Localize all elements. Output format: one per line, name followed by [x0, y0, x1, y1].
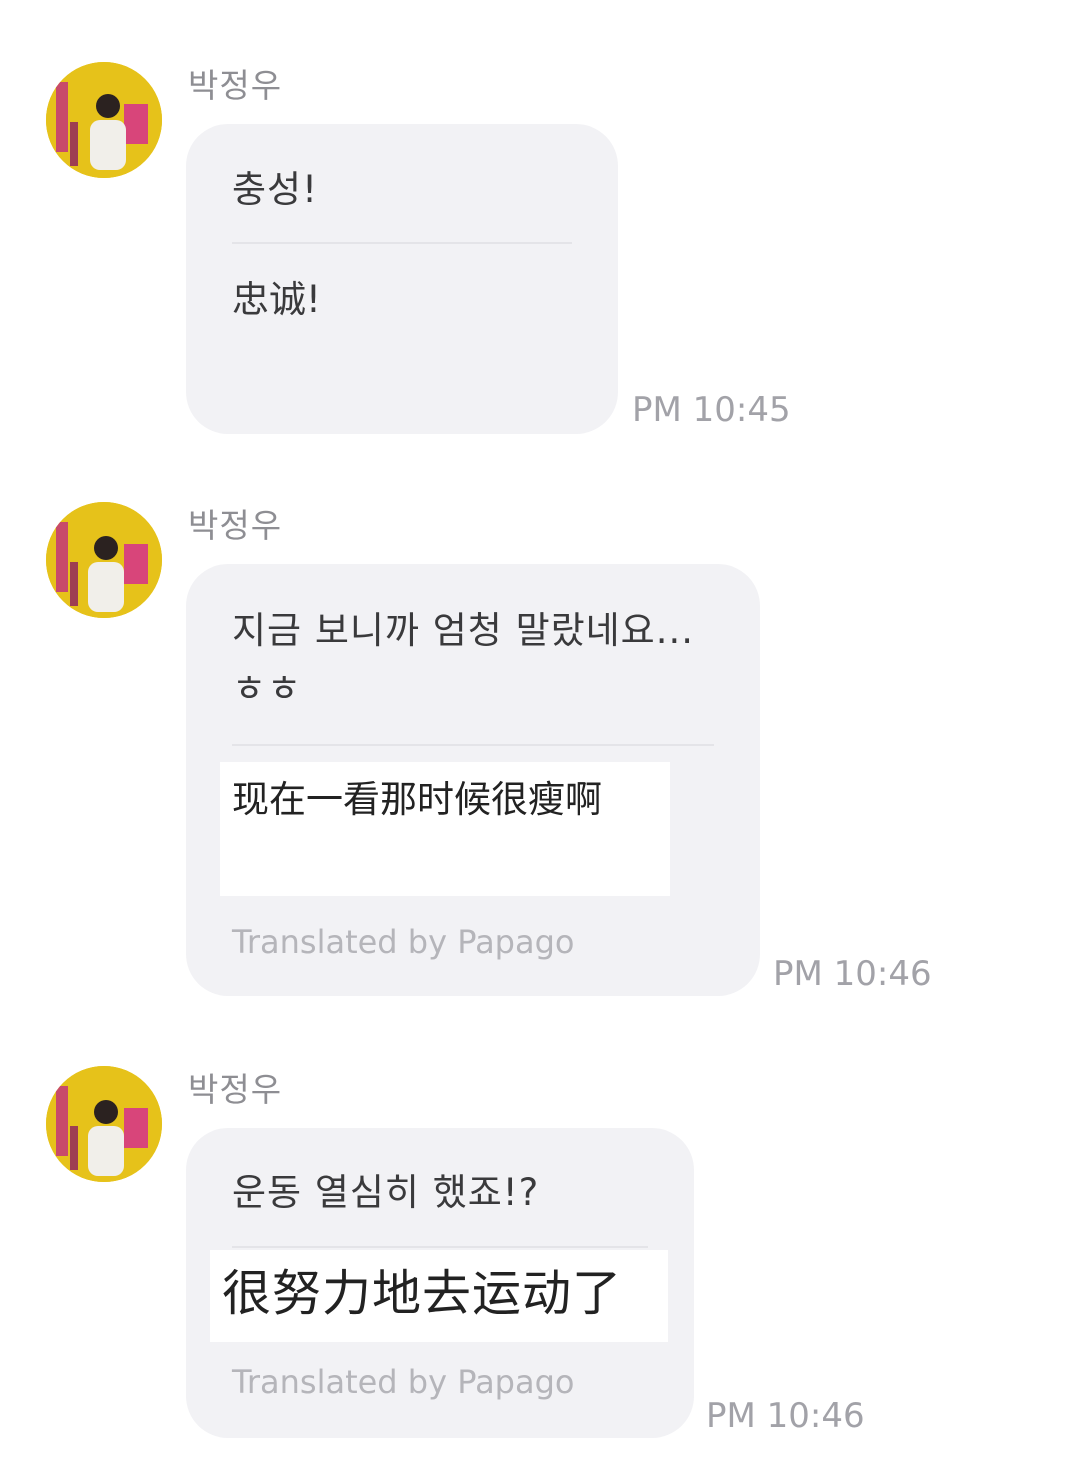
- message-bubble[interactable]: 지금 보니까 엄청 말랐네요...ㅎㅎ 现在一看那时候很瘦啊 Translate…: [186, 564, 760, 996]
- sender-avatar[interactable]: [46, 502, 162, 618]
- profile-photo-avatar-icon: [46, 62, 162, 178]
- message-bubble[interactable]: 운동 열심히 했죠!? 很努力地去运动了 Translated by Papag…: [186, 1128, 694, 1438]
- original-text: 지금 보니까 엄청 말랐네요...ㅎㅎ: [232, 609, 695, 710]
- translated-text: 现在一看那时候很瘦啊: [232, 778, 602, 821]
- sender-name: 박정우: [188, 506, 283, 545]
- profile-photo-avatar-icon: [46, 502, 162, 618]
- sender-avatar[interactable]: [46, 1066, 162, 1182]
- translation-divider: [232, 1246, 648, 1248]
- translated-text-box: 现在一看那时候很瘦啊: [220, 762, 670, 896]
- original-text: 운동 열심히 했죠!?: [232, 1171, 540, 1214]
- translation-credit: Translated by Papago: [232, 1363, 575, 1401]
- sender-avatar[interactable]: [46, 62, 162, 178]
- translated-text-box: 很努力地去运动了: [210, 1250, 668, 1342]
- profile-photo-avatar-icon: [46, 1066, 162, 1182]
- translated-text: 很努力地去运动了: [222, 1265, 623, 1322]
- timestamp: PM 10:45: [632, 390, 791, 430]
- sender-name: 박정우: [188, 66, 283, 105]
- timestamp: PM 10:46: [706, 1396, 865, 1436]
- translated-text: 忠诚!: [232, 278, 321, 321]
- sender-name: 박정우: [188, 1070, 283, 1109]
- original-text: 충성!: [232, 168, 318, 211]
- timestamp: PM 10:46: [773, 954, 932, 994]
- translation-divider: [232, 242, 572, 244]
- message-bubble[interactable]: 충성! 忠诚!: [186, 124, 618, 434]
- translation-divider: [232, 744, 714, 746]
- translation-credit: Translated by Papago: [232, 923, 575, 961]
